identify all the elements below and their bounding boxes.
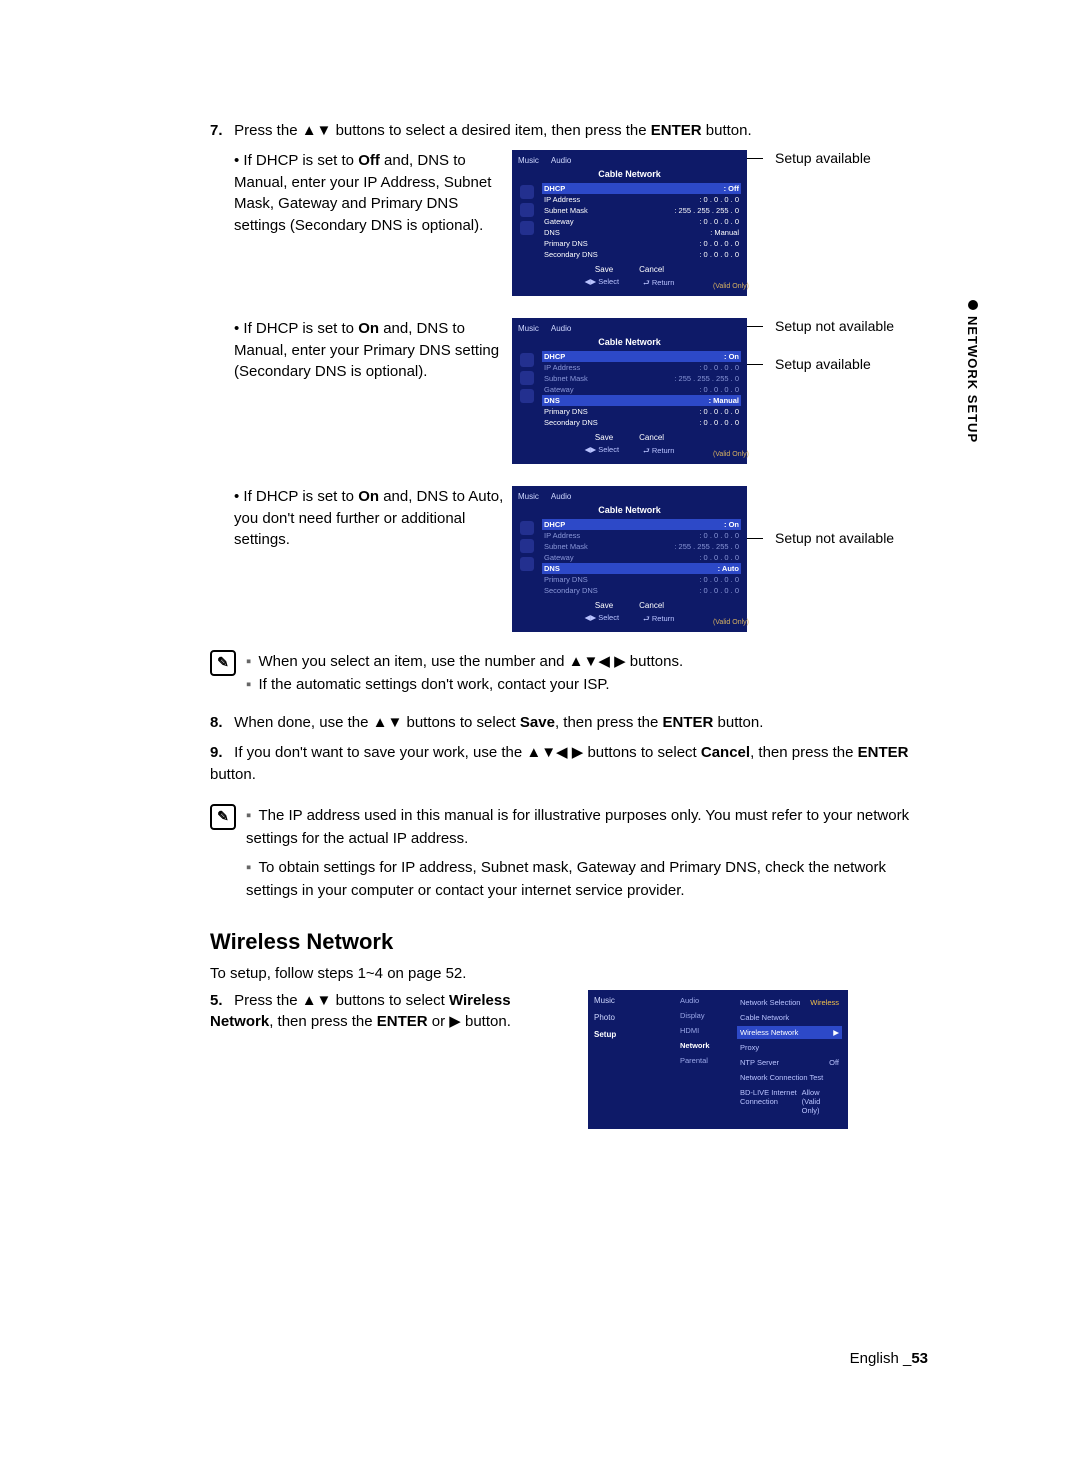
step-text: If you don't want to save your work, use…	[210, 744, 909, 783]
settings-row: DHCP: On	[542, 519, 741, 530]
musicnote-icon	[520, 521, 534, 535]
step-5-row: 5. Press the ▲▼ buttons to select Wirele…	[210, 990, 940, 1129]
settings-row: Subnet Mask: 255 . 255 . 255 . 0	[542, 541, 741, 552]
screenshot-dhcp-on-auto: MusicAudio Cable Network DHCP: OnIP Addr…	[512, 486, 747, 632]
note-list: The IP address used in this manual is fo…	[246, 804, 940, 903]
musicnote-icon	[520, 185, 534, 199]
wireless-intro: To setup, follow steps 1~4 on page 52.	[210, 965, 940, 982]
settings-row: Gateway: 0 . 0 . 0 . 0	[542, 216, 741, 227]
settings-row: Gateway: 0 . 0 . 0 . 0	[542, 552, 741, 563]
note-list: When you select an item, use the number …	[246, 650, 683, 697]
musicnote-icon	[520, 353, 534, 367]
menu-item-row: Wireless Network▶	[737, 1026, 842, 1039]
screenshot-group-1: MusicAudio Cable Network DHCP: OffIP Add…	[512, 150, 871, 296]
settings-row: Subnet Mask: 255 . 255 . 255 . 0	[542, 205, 741, 216]
menu-subcategory: Display	[680, 1011, 735, 1020]
screenshot-dhcp-off: MusicAudio Cable Network DHCP: OffIP Add…	[512, 150, 747, 296]
step-number: 8.	[210, 712, 230, 734]
menu-item-row: Network Connection Test	[737, 1071, 842, 1084]
settings-row: Subnet Mask: 255 . 255 . 255 . 0	[542, 373, 741, 384]
menu-item-row: BD-LIVE Internet ConnectionAllow (Valid …	[737, 1086, 842, 1117]
side-dot-icon	[968, 300, 978, 310]
bullet-dhcp-on-manual: If DHCP is set to On and, DNS to Manual,…	[234, 318, 940, 464]
menu-item-row: Proxy	[737, 1041, 842, 1054]
gear-icon	[520, 371, 534, 385]
footer-language: English	[850, 1350, 899, 1367]
screenshot-network-menu: MusicPhotoSetup AudioDisplayHDMINetworkP…	[588, 990, 848, 1129]
menu-category: Music	[594, 996, 674, 1005]
page-number: 53	[911, 1350, 928, 1367]
step-9: 9. If you don't want to save your work, …	[210, 742, 940, 786]
side-tab-label: NETWORK SETUP	[965, 316, 980, 443]
step-8: 8. When done, use the ▲▼ buttons to sele…	[210, 712, 940, 734]
bullet-dhcp-off: If DHCP is set to Off and, DNS to Manual…	[234, 150, 940, 296]
note-icon: ✎	[210, 804, 236, 830]
note-item: If the automatic settings don't work, co…	[246, 673, 683, 696]
menu-item-row: NTP ServerOff	[737, 1056, 842, 1069]
settings-row: Secondary DNS: 0 . 0 . 0 . 0	[542, 417, 741, 428]
menu-item-row: Network SelectionWireless	[737, 996, 842, 1009]
settings-row: DHCP: Off	[542, 183, 741, 194]
settings-row: IP Address: 0 . 0 . 0 . 0	[542, 362, 741, 373]
note-item: The IP address used in this manual is fo…	[246, 804, 940, 851]
settings-row: Gateway: 0 . 0 . 0 . 0	[542, 384, 741, 395]
note-block-1: ✎ When you select an item, use the numbe…	[210, 650, 940, 697]
menu-item-row: Cable Network	[737, 1011, 842, 1024]
lock-icon	[520, 221, 534, 235]
note-block-2: ✎ The IP address used in this manual is …	[210, 804, 940, 903]
settings-row: Secondary DNS: 0 . 0 . 0 . 0	[542, 249, 741, 260]
settings-row: IP Address: 0 . 0 . 0 . 0	[542, 194, 741, 205]
note-item: When you select an item, use the number …	[246, 650, 683, 673]
menu-category: Setup	[594, 1030, 674, 1039]
bullet-dhcp-on-auto: If DHCP is set to On and, DNS to Auto, y…	[234, 486, 940, 632]
step-number: 9.	[210, 742, 230, 764]
settings-row: Primary DNS: 0 . 0 . 0 . 0	[542, 574, 741, 585]
annotations-3: Setup not available	[757, 486, 894, 546]
side-tab: NETWORK SETUP	[965, 300, 980, 443]
screenshot-group-2: MusicAudio Cable Network DHCP: OnIP Addr…	[512, 318, 894, 464]
bullet-text: If DHCP is set to On and, DNS to Manual,…	[234, 318, 512, 383]
bullet-text: If DHCP is set to Off and, DNS to Manual…	[234, 150, 512, 237]
settings-row: DHCP: On	[542, 351, 741, 362]
menu-subcategory: Parental	[680, 1056, 735, 1065]
menu-category: Photo	[594, 1013, 674, 1022]
settings-row: IP Address: 0 . 0 . 0 . 0	[542, 530, 741, 541]
menu-subcategory: HDMI	[680, 1026, 735, 1035]
lock-icon	[520, 557, 534, 571]
annotations-2: Setup not available Setup available	[757, 318, 894, 372]
bullet-text: If DHCP is set to On and, DNS to Auto, y…	[234, 486, 512, 551]
gear-icon	[520, 203, 534, 217]
annotations-1: Setup available	[757, 150, 871, 166]
settings-row: DNS: Manual	[542, 227, 741, 238]
settings-row: DNS: Auto	[542, 563, 741, 574]
note-icon: ✎	[210, 650, 236, 676]
step-text: Press the ▲▼ buttons to select a desired…	[234, 122, 751, 139]
lock-icon	[520, 389, 534, 403]
annotation-setup-not-available: Setup not available	[757, 530, 894, 546]
settings-row: Secondary DNS: 0 . 0 . 0 . 0	[542, 585, 741, 596]
screenshot-dhcp-on-manual: MusicAudio Cable Network DHCP: OnIP Addr…	[512, 318, 747, 464]
settings-row: Primary DNS: 0 . 0 . 0 . 0	[542, 238, 741, 249]
settings-row: Primary DNS: 0 . 0 . 0 . 0	[542, 406, 741, 417]
section-heading-wireless: Wireless Network	[210, 929, 940, 955]
step-5: 5. Press the ▲▼ buttons to select Wirele…	[210, 990, 540, 1034]
step-text: Press the ▲▼ buttons to select Wireless …	[210, 992, 511, 1031]
annotation-setup-available: Setup available	[757, 150, 871, 166]
annotation-setup-not-available: Setup not available	[757, 318, 894, 334]
page-footer: English _53	[850, 1350, 928, 1367]
gear-icon	[520, 539, 534, 553]
screenshot-group-3: MusicAudio Cable Network DHCP: OnIP Addr…	[512, 486, 894, 632]
annotation-setup-available: Setup available	[757, 356, 894, 372]
menu-subcategory: Audio	[680, 996, 735, 1005]
manual-page: NETWORK SETUP 7. Press the ▲▼ buttons to…	[0, 0, 1080, 1477]
step-number: 5.	[210, 990, 230, 1012]
menu-subcategory: Network	[680, 1041, 735, 1050]
note-item: To obtain settings for IP address, Subne…	[246, 856, 940, 903]
settings-row: DNS: Manual	[542, 395, 741, 406]
step-number: 7.	[210, 120, 230, 142]
step-text: When done, use the ▲▼ buttons to select …	[234, 714, 763, 731]
step-7: 7. Press the ▲▼ buttons to select a desi…	[210, 120, 940, 142]
